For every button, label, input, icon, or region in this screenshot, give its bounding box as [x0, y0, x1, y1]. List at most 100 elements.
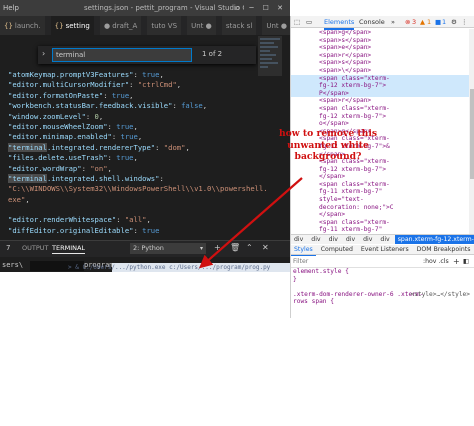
- style-rule-line[interactable]: .xterm-dom-renderer-owner-6 .xterm- <styl…: [291, 291, 474, 299]
- minimap-slider[interactable]: [258, 36, 282, 76]
- editor-tab-active[interactable]: {} setting: [50, 16, 95, 35]
- breadcrumb-item[interactable]: div: [360, 235, 375, 244]
- chevron-right-icon[interactable]: ›: [42, 49, 45, 58]
- breadcrumb-item[interactable]: div: [326, 235, 341, 244]
- more-tabs-icon[interactable]: »: [391, 16, 395, 28]
- terminal-highlighted-text: > & C:/Users/.../python.exe c:/Users/...…: [68, 264, 271, 271]
- find-input[interactable]: terminal: [52, 48, 192, 62]
- styles-filter-input[interactable]: Filter: [293, 256, 308, 268]
- editor-tab[interactable]: stack sl: [221, 16, 258, 35]
- trash-icon[interactable]: 🗑: [230, 243, 240, 252]
- dom-node[interactable]: <span class="xterm-: [291, 219, 474, 227]
- maximize-icon[interactable]: ☐: [260, 0, 272, 16]
- terminal-select[interactable]: 2: Python ▾: [130, 243, 206, 254]
- problems-count[interactable]: 7: [6, 244, 10, 252]
- breadcrumb-item-selected[interactable]: span.xterm-fg-12.xterm-bg-7: [394, 235, 474, 244]
- breadcrumb-item[interactable]: div: [343, 235, 358, 244]
- dom-node[interactable]: fg-12 xterm-bg-7">: [291, 166, 474, 174]
- code-line: "terminal.integrated.rendererType": "dom…: [8, 142, 256, 153]
- style-rule-line[interactable]: rows span {: [291, 298, 474, 306]
- dom-node-selected[interactable]: fg-12 xterm-bg-7">: [291, 82, 474, 90]
- breadcrumb-item[interactable]: div: [308, 235, 323, 244]
- dom-node[interactable]: <span class="xterm-: [291, 105, 474, 113]
- close-icon[interactable]: ✕: [274, 0, 286, 16]
- dom-node[interactable]: </span>: [291, 211, 474, 219]
- warning-count[interactable]: 1: [427, 16, 431, 28]
- add-terminal-icon[interactable]: +: [214, 243, 221, 252]
- tab-output[interactable]: OUTPUT: [22, 244, 49, 252]
- terminal-select-value: 2: Python: [133, 244, 164, 252]
- editor-tab[interactable]: {} launch.: [0, 16, 46, 35]
- dom-node[interactable]: <span>\</span>: [291, 67, 474, 75]
- tab-styles[interactable]: Styles: [291, 245, 316, 256]
- close-panel-icon[interactable]: ✕: [262, 243, 269, 252]
- dom-node[interactable]: <span class="xterm-: [291, 181, 474, 189]
- json-value: true: [116, 121, 134, 131]
- json-file-icon: {}: [54, 22, 64, 30]
- code-editor[interactable]: "atomKeymap.promptV3Features": true, "edi…: [8, 70, 268, 236]
- dom-node[interactable]: fg-11 xterm-bg-7": [291, 226, 474, 234]
- json-value: true: [116, 153, 134, 163]
- dom-node-selected[interactable]: <span class="xterm-: [291, 74, 474, 83]
- dom-node[interactable]: decoration: none;">C: [291, 204, 474, 212]
- editor-tab[interactable]: Unt ●: [262, 16, 290, 35]
- info-count[interactable]: 1: [442, 16, 446, 28]
- minimize-icon[interactable]: ─: [246, 0, 258, 16]
- code-line: "workbench.statusBar.feedback.visible": …: [8, 101, 256, 111]
- editor-tab[interactable]: tuto VS: [147, 16, 183, 35]
- json-separator: :: [159, 173, 164, 183]
- dom-node[interactable]: <span>r</span>: [291, 52, 474, 60]
- dom-node[interactable]: o</span>: [291, 120, 474, 128]
- editor-tab[interactable]: ● draft_A: [99, 16, 143, 35]
- hov-cls-toggle[interactable]: :hov .cls: [423, 256, 449, 268]
- editor-tab-bar: {} launch. {} setting ● draft_A tuto VS Un…: [0, 16, 290, 36]
- layout-icon[interactable]: ▫: [231, 0, 243, 16]
- tab-label: stack sl: [225, 22, 253, 30]
- editor-tab[interactable]: Unt ●: [187, 16, 217, 35]
- style-rule-line[interactable]: }: [291, 276, 474, 284]
- dom-node[interactable]: <span>r</span>: [291, 97, 474, 105]
- tab-computed[interactable]: Computed: [318, 245, 356, 255]
- code-line: "terminal.integrated.shell.windows":: [8, 173, 256, 184]
- tab-terminal[interactable]: TERMINAL: [52, 244, 86, 254]
- dom-node-selected[interactable]: P</span>: [291, 89, 474, 98]
- dom-node[interactable]: <span>e</span>: [291, 44, 474, 52]
- code-line: "diffEditor.originalEditable": true: [8, 226, 256, 236]
- inspect-icon[interactable]: ⬚: [294, 16, 300, 28]
- dom-node[interactable]: fg-11 xterm-bg-7": [291, 188, 474, 196]
- settings-gear-icon[interactable]: ⚙: [451, 16, 457, 28]
- dom-node[interactable]: fg-12 xterm-bg-7">: [291, 113, 474, 121]
- dom-tree-scrollbar[interactable]: [469, 29, 474, 234]
- tab-console[interactable]: Console: [359, 16, 385, 28]
- warning-icon: ▲: [420, 18, 425, 26]
- json-comma: ,: [98, 111, 104, 121]
- scrollbar-thumb[interactable]: [470, 89, 474, 179]
- tab-event-listeners[interactable]: Event Listeners: [358, 245, 412, 255]
- tab-label: Unt ●: [266, 22, 287, 30]
- style-source-link[interactable]: <style>…</style>: [410, 291, 470, 299]
- json-separator: :: [107, 121, 117, 131]
- style-rule-line[interactable]: [291, 283, 474, 291]
- new-style-rule-button[interactable]: +: [453, 256, 460, 268]
- dom-node[interactable]: style="text-: [291, 196, 474, 204]
- json-key: "editor.renderWhitespace": [8, 215, 117, 225]
- json-value: "all": [124, 215, 147, 225]
- breadcrumb-item[interactable]: div: [291, 235, 306, 244]
- tab-dom-breakpoints[interactable]: DOM Breakpoints: [414, 245, 474, 255]
- menu-help[interactable]: Help: [3, 0, 19, 16]
- dom-node[interactable]: <span>s</span>: [291, 59, 474, 67]
- kebab-menu-icon[interactable]: ⋮: [461, 16, 468, 28]
- json-comma: ,: [107, 163, 112, 173]
- breadcrumb-item[interactable]: div: [377, 235, 392, 244]
- dom-node[interactable]: </span>: [291, 173, 474, 181]
- device-toolbar-icon[interactable]: ▭: [306, 16, 312, 28]
- toggle-sidebar-icon[interactable]: ◧: [463, 256, 469, 268]
- maximize-panel-icon[interactable]: ⌃: [246, 243, 253, 252]
- error-icon: ⊗: [405, 18, 411, 26]
- error-count[interactable]: 3: [412, 16, 416, 28]
- dom-node[interactable]: <span>g</span>: [291, 29, 474, 37]
- style-rule-line[interactable]: element.style {: [291, 268, 474, 276]
- tab-elements[interactable]: Elements: [324, 16, 355, 30]
- styles-tabs: Styles Computed Event Listeners DOM Brea…: [291, 245, 474, 256]
- dom-node[interactable]: <span>s</span>: [291, 37, 474, 45]
